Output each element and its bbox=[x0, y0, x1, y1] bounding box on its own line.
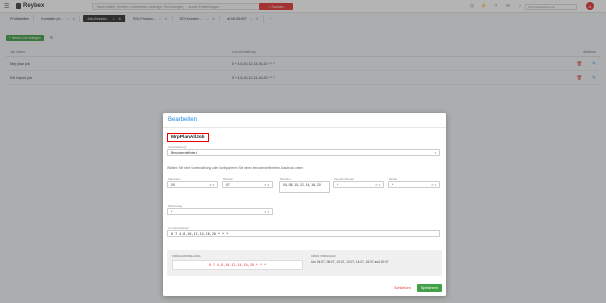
dialog-header: Bearbeiten bbox=[163, 113, 446, 128]
hours-value: 04, 08, 10, 12, 14, 16, 20 bbox=[283, 183, 321, 187]
weekday-value: * bbox=[171, 209, 173, 214]
help-text: Wählen Sie eine Voreinstellung oder konf… bbox=[167, 166, 303, 170]
preset-value: Benutzerdefiniert bbox=[171, 150, 197, 155]
save-button[interactable]: Speichern bbox=[416, 284, 442, 292]
chevron-down-icon: ▾ bbox=[434, 150, 436, 155]
dialog-footer: Schließen Speichern bbox=[394, 284, 442, 292]
edit-job-dialog: Bearbeiten MrpPlanAllJob Voreinstellung*… bbox=[163, 113, 446, 296]
preview-schedule-title: CRON VORSCHAU bbox=[311, 254, 336, 258]
preview-cron-title: CRON-EINSTELLUNG bbox=[172, 254, 201, 258]
seconds-value: 00 bbox=[171, 182, 175, 187]
preview-cron-value: 0 7 4,8,10,12,14,16,20 * * * bbox=[172, 260, 303, 270]
preset-select[interactable]: Benutzerdefiniert ▾ bbox=[167, 149, 440, 156]
month-select[interactable]: * ✕ ▾ bbox=[388, 181, 440, 188]
minutes-select[interactable]: 07 ✕ ▾ bbox=[222, 181, 273, 188]
cron-expression-input[interactable]: 0 7 4,8,10,12,14,16,20 * * * bbox=[167, 230, 440, 237]
preview-schedule-text: Um 04:07, 08:07, 10:07, 12:07, 14:07, 16… bbox=[311, 260, 389, 264]
job-name-highlight: MrpPlanAllJob bbox=[167, 133, 209, 142]
close-button[interactable]: Schließen bbox=[394, 286, 411, 290]
chevron-down-icon: ✕ ▾ bbox=[375, 182, 380, 187]
day-of-month-select[interactable]: * ✕ ▾ bbox=[333, 181, 384, 188]
chevron-down-icon: ✕ ▾ bbox=[431, 182, 436, 187]
chevron-down-icon: ✕ ▾ bbox=[264, 209, 269, 214]
seconds-select[interactable]: 00 ✕ ▾ bbox=[167, 181, 218, 188]
job-name-heading: MrpPlanAllJob bbox=[171, 135, 205, 140]
cron-preview-panel: CRON-EINSTELLUNG 0 7 4,8,10,12,14,16,20 … bbox=[167, 250, 442, 276]
month-value: * bbox=[392, 182, 394, 187]
chevron-down-icon: ✕ ▾ bbox=[264, 182, 269, 187]
weekday-select[interactable]: * ✕ ▾ bbox=[167, 208, 273, 215]
minutes-value: 07 bbox=[226, 182, 230, 187]
chevron-down-icon: ✕ ▾ bbox=[209, 182, 214, 187]
hours-select[interactable]: 04, 08, 10, 12, 14, 16, 20 bbox=[279, 181, 330, 193]
dialog-title: Bearbeiten bbox=[168, 117, 198, 123]
day-of-month-value: * bbox=[337, 182, 339, 187]
